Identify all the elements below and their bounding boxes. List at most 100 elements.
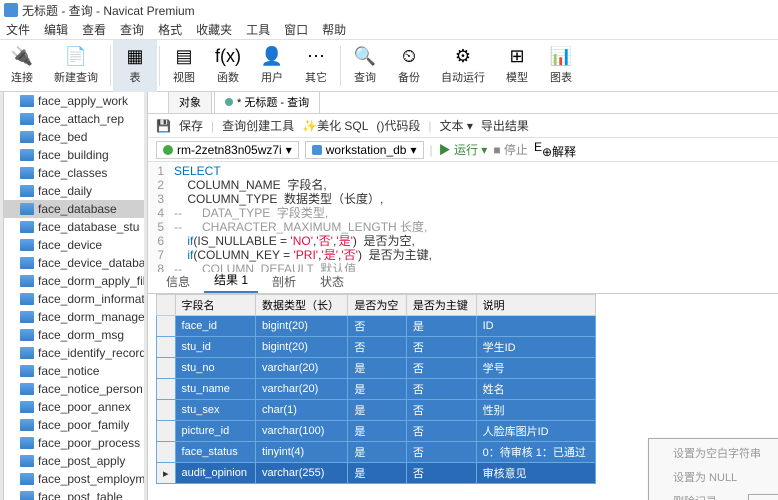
cell[interactable]: varchar(20) xyxy=(256,379,348,400)
cell[interactable]: 是 xyxy=(348,358,406,379)
cell[interactable]: 是 xyxy=(348,379,406,400)
tool-函数[interactable]: f(x)函数 xyxy=(206,40,250,92)
query-builder-button[interactable]: 查询创建工具 xyxy=(222,117,294,134)
table-item[interactable]: face_apply_work xyxy=(4,92,144,110)
table-item[interactable]: face_dorm_manager xyxy=(4,308,144,326)
cell[interactable]: stu_name xyxy=(175,379,256,400)
cell[interactable]: 是 xyxy=(348,442,406,463)
table-item[interactable]: face_dorm_apply_file xyxy=(4,272,144,290)
tool-查询[interactable]: 🔍查询 xyxy=(343,40,387,92)
row-marker[interactable] xyxy=(157,421,176,442)
row-marker[interactable] xyxy=(157,316,176,337)
table-item[interactable]: face_poor_process xyxy=(4,434,144,452)
snippet-button[interactable]: ()代码段 xyxy=(376,117,420,134)
tool-其它[interactable]: ⋯其它 xyxy=(294,40,338,92)
code-editor[interactable]: 123456789 SELECT COLUMN_NAME 字段名, COLUMN… xyxy=(148,162,778,272)
tool-图表[interactable]: 📊图表 xyxy=(539,40,583,92)
stop-button[interactable]: ■ 停止 xyxy=(493,141,528,158)
tool-用户[interactable]: 👤用户 xyxy=(250,40,294,92)
cell[interactable]: 是 xyxy=(406,316,476,337)
table-item[interactable]: face_notice_person xyxy=(4,380,144,398)
table-item[interactable]: face_post_apply xyxy=(4,452,144,470)
menu-收藏夹[interactable]: 收藏夹 xyxy=(196,21,232,38)
tool-模型[interactable]: ⊞模型 xyxy=(495,40,539,92)
menu-查询[interactable]: 查询 xyxy=(120,21,144,38)
menu-编辑[interactable]: 编辑 xyxy=(44,21,68,38)
cell[interactable]: face_status xyxy=(175,442,256,463)
menu-帮助[interactable]: 帮助 xyxy=(322,21,346,38)
table-item[interactable]: face_attach_rep xyxy=(4,110,144,128)
table-item[interactable]: face_device xyxy=(4,236,144,254)
col-header[interactable]: 是否为空 xyxy=(348,295,406,316)
cell[interactable]: 是 xyxy=(348,400,406,421)
menu-工具[interactable]: 工具 xyxy=(246,21,270,38)
cell[interactable]: 人脸库图片ID xyxy=(476,421,595,442)
row-marker[interactable] xyxy=(157,400,176,421)
cell[interactable]: 否 xyxy=(406,442,476,463)
menu-格式[interactable]: 格式 xyxy=(158,21,182,38)
server-select[interactable]: rm-2zetn83n05wz7i▾ xyxy=(156,141,299,159)
table-item[interactable]: face_building xyxy=(4,146,144,164)
cell[interactable]: 性别 xyxy=(476,400,595,421)
table-item[interactable]: face_database xyxy=(4,200,144,218)
cell[interactable]: stu_id xyxy=(175,337,256,358)
cell[interactable]: bigint(20) xyxy=(256,337,348,358)
cell[interactable]: 学生ID xyxy=(476,337,595,358)
cell[interactable]: 否 xyxy=(348,337,406,358)
explain-button[interactable]: E⊕解释 xyxy=(534,140,576,160)
text-button[interactable]: 文本 ▾ xyxy=(440,117,473,134)
col-header[interactable]: 字段名 xyxy=(175,295,256,316)
cell[interactable]: 否 xyxy=(406,463,476,484)
db-select[interactable]: workstation_db▾ xyxy=(305,141,424,159)
table-item[interactable]: face_post_table xyxy=(4,488,144,500)
table-item[interactable]: face_poor_annex xyxy=(4,398,144,416)
table-item[interactable]: face_post_employment xyxy=(4,470,144,488)
tool-备份[interactable]: ⏲备份 xyxy=(387,40,431,92)
col-header[interactable]: 数据类型（长） xyxy=(256,295,348,316)
cell[interactable]: 审核意见 xyxy=(476,463,595,484)
cell[interactable]: tinyint(4) xyxy=(256,442,348,463)
cell[interactable]: bigint(20) xyxy=(256,316,348,337)
menu-查看[interactable]: 查看 xyxy=(82,21,106,38)
row-marker[interactable] xyxy=(157,442,176,463)
row-marker[interactable]: ▸ xyxy=(157,463,176,484)
col-header[interactable]: 说明 xyxy=(476,295,595,316)
cell[interactable]: audit_opinion xyxy=(175,463,256,484)
export-button[interactable]: 导出结果 xyxy=(481,117,529,134)
tool-连接[interactable]: 🔌连接 xyxy=(0,40,44,92)
result-tab[interactable]: 结果 1 xyxy=(204,268,258,293)
table-item[interactable]: face_database_stu xyxy=(4,218,144,236)
cell[interactable]: 0：待审核 1：已通过 xyxy=(476,442,595,463)
tab[interactable]: * 无标题 - 查询 xyxy=(214,92,320,113)
cell[interactable]: 是 xyxy=(348,421,406,442)
cell[interactable]: char(1) xyxy=(256,400,348,421)
tool-自动运行[interactable]: ⚙自动运行 xyxy=(431,40,495,92)
cell[interactable]: 学号 xyxy=(476,358,595,379)
result-tab[interactable]: 状态 xyxy=(310,270,354,293)
cell[interactable]: stu_sex xyxy=(175,400,256,421)
table-item[interactable]: face_classes xyxy=(4,164,144,182)
save-button[interactable]: 保存 xyxy=(179,117,203,134)
cell[interactable]: 否 xyxy=(348,316,406,337)
cell[interactable]: 姓名 xyxy=(476,379,595,400)
cell[interactable]: 否 xyxy=(406,358,476,379)
cell[interactable]: face_id xyxy=(175,316,256,337)
cell[interactable]: 是 xyxy=(348,463,406,484)
row-marker[interactable] xyxy=(157,379,176,400)
cell[interactable]: 否 xyxy=(406,421,476,442)
table-item[interactable]: face_identify_record xyxy=(4,344,144,362)
beautify-button[interactable]: ✨美化 SQL xyxy=(302,117,368,134)
table-item[interactable]: face_dorm_msg xyxy=(4,326,144,344)
table-item[interactable]: face_daily xyxy=(4,182,144,200)
menu-窗口[interactable]: 窗口 xyxy=(284,21,308,38)
cell[interactable]: varchar(255) xyxy=(256,463,348,484)
cell[interactable]: ID xyxy=(476,316,595,337)
tool-表[interactable]: ▦表 xyxy=(113,40,157,92)
cell[interactable]: varchar(100) xyxy=(256,421,348,442)
cell[interactable]: varchar(20) xyxy=(256,358,348,379)
cell[interactable]: 否 xyxy=(406,379,476,400)
cell[interactable]: 否 xyxy=(406,337,476,358)
table-item[interactable]: face_device_database xyxy=(4,254,144,272)
tab[interactable]: 对象 xyxy=(168,92,212,113)
cell[interactable]: 否 xyxy=(406,400,476,421)
